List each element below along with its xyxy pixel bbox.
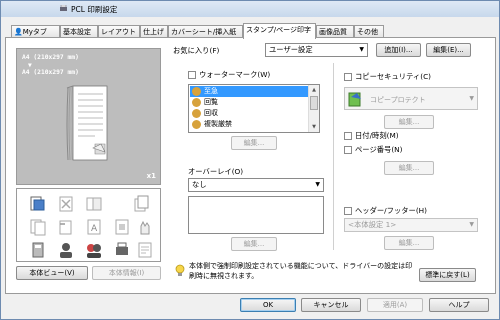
header-footer-value: <本体設定 1>: [348, 220, 397, 229]
printer-info-button[interactable]: 本体情報(I): [92, 266, 161, 280]
overlay-dropdown[interactable]: なし ▼: [188, 178, 324, 192]
favorites-label: お気に入り(F): [173, 46, 220, 55]
tab-label: レイアウト: [101, 28, 136, 36]
tab-label: カバーシート/挿入紙: [171, 28, 237, 36]
tab-label: スタンプ/ページ印字: [246, 26, 312, 34]
account-track-icon: [87, 244, 101, 258]
preview-arrow: ▼: [28, 62, 32, 69]
booklet-icon: [86, 197, 102, 211]
tab-label: 画像品質: [319, 28, 347, 36]
date-time-checkbox[interactable]: [344, 132, 352, 140]
overlay-file-list[interactable]: [188, 196, 324, 234]
copy-security-edit-button[interactable]: 編集...: [384, 115, 434, 129]
header-footer-dropdown[interactable]: <本体設定 1> ▼: [344, 218, 478, 232]
preview-copies: x1: [146, 172, 156, 180]
list-item-label: 至急: [204, 87, 218, 95]
document-preview-icon: [66, 85, 108, 161]
list-item-label: 回収: [204, 109, 218, 117]
list-item-label: 回覧: [204, 98, 218, 106]
info-message: 本体側で強制印刷設定されている機能について、ドライバーの設定は印刷時に無視されま…: [189, 262, 413, 280]
person-icon: 👤: [14, 28, 23, 36]
cancel-page-icon: [59, 196, 73, 212]
date-time-label: 日付/時刻(M): [355, 131, 399, 140]
stamp-icon: [192, 98, 201, 107]
list-item[interactable]: 回収: [190, 108, 308, 119]
header-footer-label: ヘッダー/フッター(H): [355, 206, 428, 215]
chevron-down-icon: ▼: [469, 95, 474, 102]
staple-icon: [59, 220, 72, 235]
scroll-thumb[interactable]: [310, 96, 318, 110]
font-page-icon: A: [87, 219, 101, 235]
cancel-button[interactable]: キャンセル: [301, 298, 361, 312]
lightbulb-icon: [175, 264, 185, 276]
tab-stamp[interactable]: スタンプ/ページ印字: [243, 23, 316, 39]
column-divider: [333, 63, 334, 250]
add-favorite-button[interactable]: 追加(I)...: [376, 43, 421, 57]
help-button[interactable]: ヘルプ: [429, 298, 489, 312]
watermark-checkbox[interactable]: [188, 71, 196, 79]
ok-button[interactable]: OK: [240, 298, 296, 312]
page-number-checkbox[interactable]: [344, 146, 352, 154]
copy-icon: [134, 195, 149, 212]
stamp-position-icon: [30, 196, 45, 211]
overlay-value: なし: [192, 180, 207, 189]
duplex-icon: [30, 219, 46, 236]
reset-defaults-button[interactable]: 標準に戻す(L): [419, 268, 476, 282]
list-item[interactable]: 至急: [190, 86, 308, 97]
list-item[interactable]: 回覧: [190, 97, 308, 108]
printer-icon: [60, 5, 67, 11]
svg-text:A: A: [91, 224, 98, 234]
list-item-label: 複製厳禁: [204, 120, 232, 128]
paper-preview: A4 (210x297 mm) ▼ A4 (210x297 mm) x1: [16, 48, 161, 185]
copy-security-dropdown[interactable]: コピープロテクト ▼: [344, 87, 478, 110]
chevron-down-icon: ▼: [315, 181, 320, 188]
printer-device-icon: [116, 242, 128, 255]
chevron-down-icon: ▼: [359, 46, 364, 53]
chevron-down-icon: ▼: [469, 221, 474, 228]
overlay-edit-button[interactable]: 編集...: [231, 237, 277, 251]
header-footer-edit-button[interactable]: 編集...: [384, 236, 434, 250]
watermark-list[interactable]: 至急 回覧 回収 複製厳禁 ▲ ▼: [188, 84, 320, 133]
stamp-icon: [192, 87, 201, 96]
tab-label: Myタブ: [22, 28, 47, 36]
favorites-dropdown[interactable]: ユーザー設定 ▼: [265, 43, 368, 57]
apply-button[interactable]: 適用(A): [367, 298, 423, 312]
tab-label: 仕上げ: [143, 28, 164, 36]
date-page-edit-button[interactable]: 編集...: [384, 161, 434, 175]
user-auth-icon: [60, 243, 72, 258]
watermark-label: ウォーターマーク(W): [199, 70, 271, 79]
hand-icon: [140, 220, 150, 235]
copy-protect-icon: [348, 92, 361, 107]
printer-view-button[interactable]: 本体ビュー(V): [16, 266, 88, 280]
copy-security-label: コピーセキュリティ(C): [355, 72, 432, 81]
preview-original-size: A4 (210x297 mm): [22, 54, 79, 61]
copy-security-value: コピープロテクト: [370, 96, 426, 104]
tab-strip: 👤Myタブ 基本設定 レイアウト 仕上げ カバーシート/挿入紙 スタンプ/ページ…: [5, 23, 495, 39]
window-title: PCL 印刷設定: [71, 5, 118, 14]
edit-favorite-button[interactable]: 編集(E)...: [426, 43, 471, 57]
watermark-doc-icon: [115, 219, 129, 235]
copy-security-checkbox[interactable]: [344, 73, 352, 81]
tab-label: 基本設定: [63, 28, 91, 36]
watermark-edit-button[interactable]: 編集...: [231, 136, 277, 150]
print-settings-dialog: PCL 印刷設定 👤Myタブ 基本設定 レイアウト 仕上げ カバーシート/挿入紙…: [0, 0, 500, 320]
scroll-down-icon[interactable]: ▼: [309, 122, 319, 132]
title-bar: PCL 印刷設定: [1, 1, 499, 17]
list-scrollbar[interactable]: ▲ ▼: [308, 85, 319, 132]
page-number-label: ページ番号(N): [355, 145, 403, 154]
favorites-value: ユーザー設定: [269, 45, 313, 54]
tab-label: その他: [357, 28, 378, 36]
settings-doc-icon: [138, 242, 152, 258]
list-item[interactable]: 複製厳禁: [190, 119, 308, 130]
header-footer-checkbox[interactable]: [344, 207, 352, 215]
overlay-label: オーバーレイ(O): [188, 167, 244, 176]
machine-icon: [32, 242, 44, 258]
preview-output-size: A4 (210x297 mm): [22, 69, 79, 76]
stamp-icon: [192, 109, 201, 118]
function-icon-panel: A: [16, 188, 161, 262]
stamp-icon: [192, 120, 201, 129]
scroll-up-icon[interactable]: ▲: [309, 85, 319, 95]
